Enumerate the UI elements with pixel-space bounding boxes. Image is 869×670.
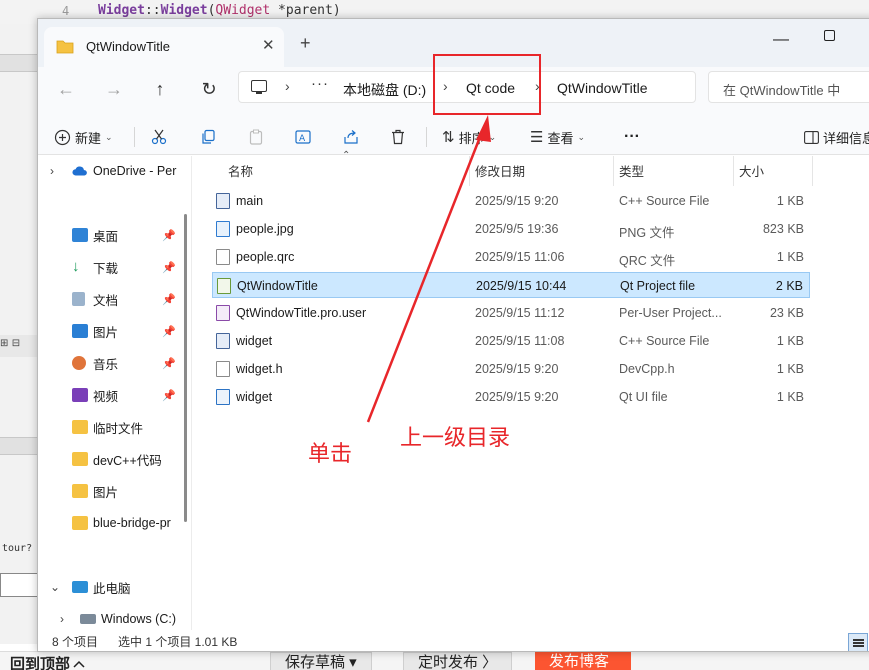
annotation-click-label: 单击: [308, 442, 353, 467]
annotation-arrow: [366, 115, 491, 423]
annotation-up-level-label: 上一级目录: [400, 426, 511, 451]
